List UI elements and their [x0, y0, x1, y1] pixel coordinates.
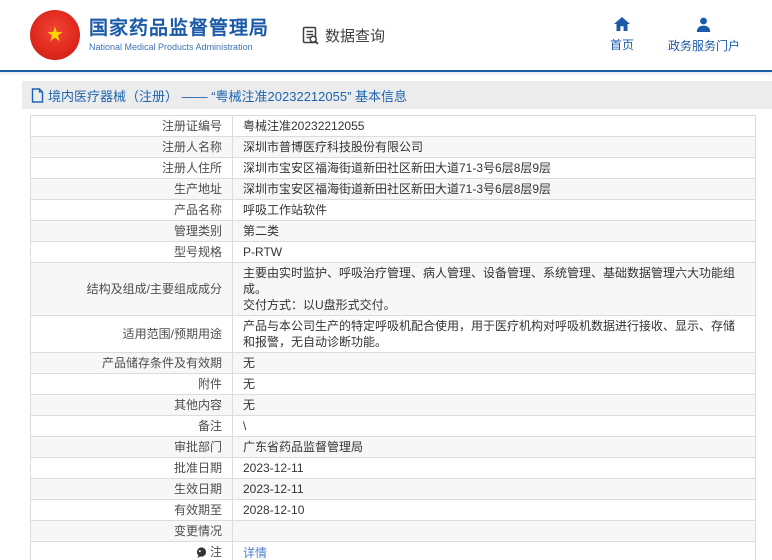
row-value: P-RTW: [233, 242, 756, 263]
row-label: 审批部门: [31, 437, 233, 458]
row-label: 管理类别: [31, 221, 233, 242]
table-row: 产品名称呼吸工作站软件: [31, 200, 756, 221]
table-row: 批准日期2023-12-11: [31, 458, 756, 479]
table-row: 型号规格P-RTW: [31, 242, 756, 263]
row-label: 其他内容: [31, 395, 233, 416]
row-value: \: [233, 416, 756, 437]
table-row: 变更情况: [31, 521, 756, 542]
row-value: 深圳市宝安区福海街道新田社区新田大道71-3号6层8层9层: [233, 158, 756, 179]
table-row: 有效期至2028-12-10: [31, 500, 756, 521]
registration-info-table: 注册证编号粤械注准20232212055注册人名称深圳市普博医疗科技股份有限公司…: [30, 115, 756, 560]
row-label: 有效期至: [31, 500, 233, 521]
top-navigation: 首页 政务服务门户: [610, 17, 740, 54]
table-row: 注册人住所深圳市宝安区福海街道新田社区新田大道71-3号6层8层9层: [31, 158, 756, 179]
table-row: 附件无: [31, 374, 756, 395]
row-value: 第二类: [233, 221, 756, 242]
row-label: 变更情况: [31, 521, 233, 542]
table-row: 适用范围/预期用途产品与本公司生产的特定呼吸机配合使用，用于医疗机构对呼吸机数据…: [31, 316, 756, 353]
row-label: 批准日期: [31, 458, 233, 479]
row-label: 备注: [31, 416, 233, 437]
emblem-star-icon: ★: [46, 25, 64, 45]
row-label: 结构及组成/主要组成成分: [31, 263, 233, 316]
table-row: 产品储存条件及有效期无: [31, 353, 756, 374]
row-value: 详情: [233, 542, 756, 560]
nav-home-label: 首页: [610, 36, 634, 53]
row-value: 呼吸工作站软件: [233, 200, 756, 221]
row-label: 产品名称: [31, 200, 233, 221]
data-query-section-label[interactable]: 数据查询: [301, 25, 385, 46]
row-value: 深圳市普博医疗科技股份有限公司: [233, 137, 756, 158]
row-label: 注: [31, 542, 233, 560]
row-label: 注册人住所: [31, 158, 233, 179]
row-value: 主要由实时监护、呼吸治疗管理、病人管理、设备管理、系统管理、基础数据管理六大功能…: [233, 263, 756, 316]
agency-title-en: National Medical Products Administration: [89, 42, 269, 52]
row-label: 生效日期: [31, 479, 233, 500]
table-row: 注册人名称深圳市普博医疗科技股份有限公司: [31, 137, 756, 158]
row-label: 适用范围/预期用途: [31, 316, 233, 353]
data-query-icon: [301, 26, 320, 45]
home-icon: [614, 17, 630, 31]
agency-title-block: 国家药品监督管理局 National Medical Products Admi…: [89, 18, 269, 52]
row-value: 无: [233, 374, 756, 395]
row-value: 深圳市宝安区福海街道新田社区新田大道71-3号6层8层9层: [233, 179, 756, 200]
row-value: 2028-12-10: [233, 500, 756, 521]
row-value: 无: [233, 395, 756, 416]
row-label-text: 注: [210, 544, 222, 560]
table-row: 管理类别第二类: [31, 221, 756, 242]
table-row: 注册证编号粤械注准20232212055: [31, 116, 756, 137]
table-row: 生效日期2023-12-11: [31, 479, 756, 500]
row-value: 产品与本公司生产的特定呼吸机配合使用，用于医疗机构对呼吸机数据进行接收、显示、存…: [233, 316, 756, 353]
agency-title-cn: 国家药品监督管理局: [89, 18, 269, 40]
table-row: 备注\: [31, 416, 756, 437]
user-icon: [696, 17, 711, 32]
table-row: 其他内容无: [31, 395, 756, 416]
national-emblem-logo: ★: [30, 10, 80, 60]
row-value: 2023-12-11: [233, 479, 756, 500]
row-value: 广东省药品监督管理局: [233, 437, 756, 458]
row-value: 无: [233, 353, 756, 374]
detail-link[interactable]: 详情: [243, 546, 267, 560]
row-label: 型号规格: [31, 242, 233, 263]
row-value: 粤械注准20232212055: [233, 116, 756, 137]
row-label: 注册人名称: [31, 137, 233, 158]
row-value: [233, 521, 756, 542]
registration-info-table-wrap: 注册证编号粤械注准20232212055注册人名称深圳市普博医疗科技股份有限公司…: [30, 115, 756, 560]
breadcrumb-title: 境内医疗器械（注册） —— “粤械注准20232212055” 基本信息: [48, 86, 407, 105]
document-icon: [31, 88, 44, 103]
nav-gov-portal-label: 政务服务门户: [668, 37, 740, 54]
nav-item-home[interactable]: 首页: [610, 17, 634, 54]
row-value: 2023-12-11: [233, 458, 756, 479]
table-row: 注 详情: [31, 542, 756, 560]
row-label: 注册证编号: [31, 116, 233, 137]
breadcrumb: 境内医疗器械（注册） —— “粤械注准20232212055” 基本信息: [22, 81, 772, 109]
nav-item-gov-portal[interactable]: 政务服务门户: [668, 17, 740, 54]
row-label: 产品储存条件及有效期: [31, 353, 233, 374]
data-query-label: 数据查询: [325, 25, 385, 46]
table-row: 结构及组成/主要组成成分主要由实时监护、呼吸治疗管理、病人管理、设备管理、系统管…: [31, 263, 756, 316]
table-row: 生产地址深圳市宝安区福海街道新田社区新田大道71-3号6层8层9层: [31, 179, 756, 200]
table-row: 审批部门广东省药品监督管理局: [31, 437, 756, 458]
row-label: 附件: [31, 374, 233, 395]
row-label: 生产地址: [31, 179, 233, 200]
page-header: ★ 国家药品监督管理局 National Medical Products Ad…: [0, 0, 772, 70]
header-divider: [0, 70, 772, 72]
note-icon: [196, 547, 207, 558]
